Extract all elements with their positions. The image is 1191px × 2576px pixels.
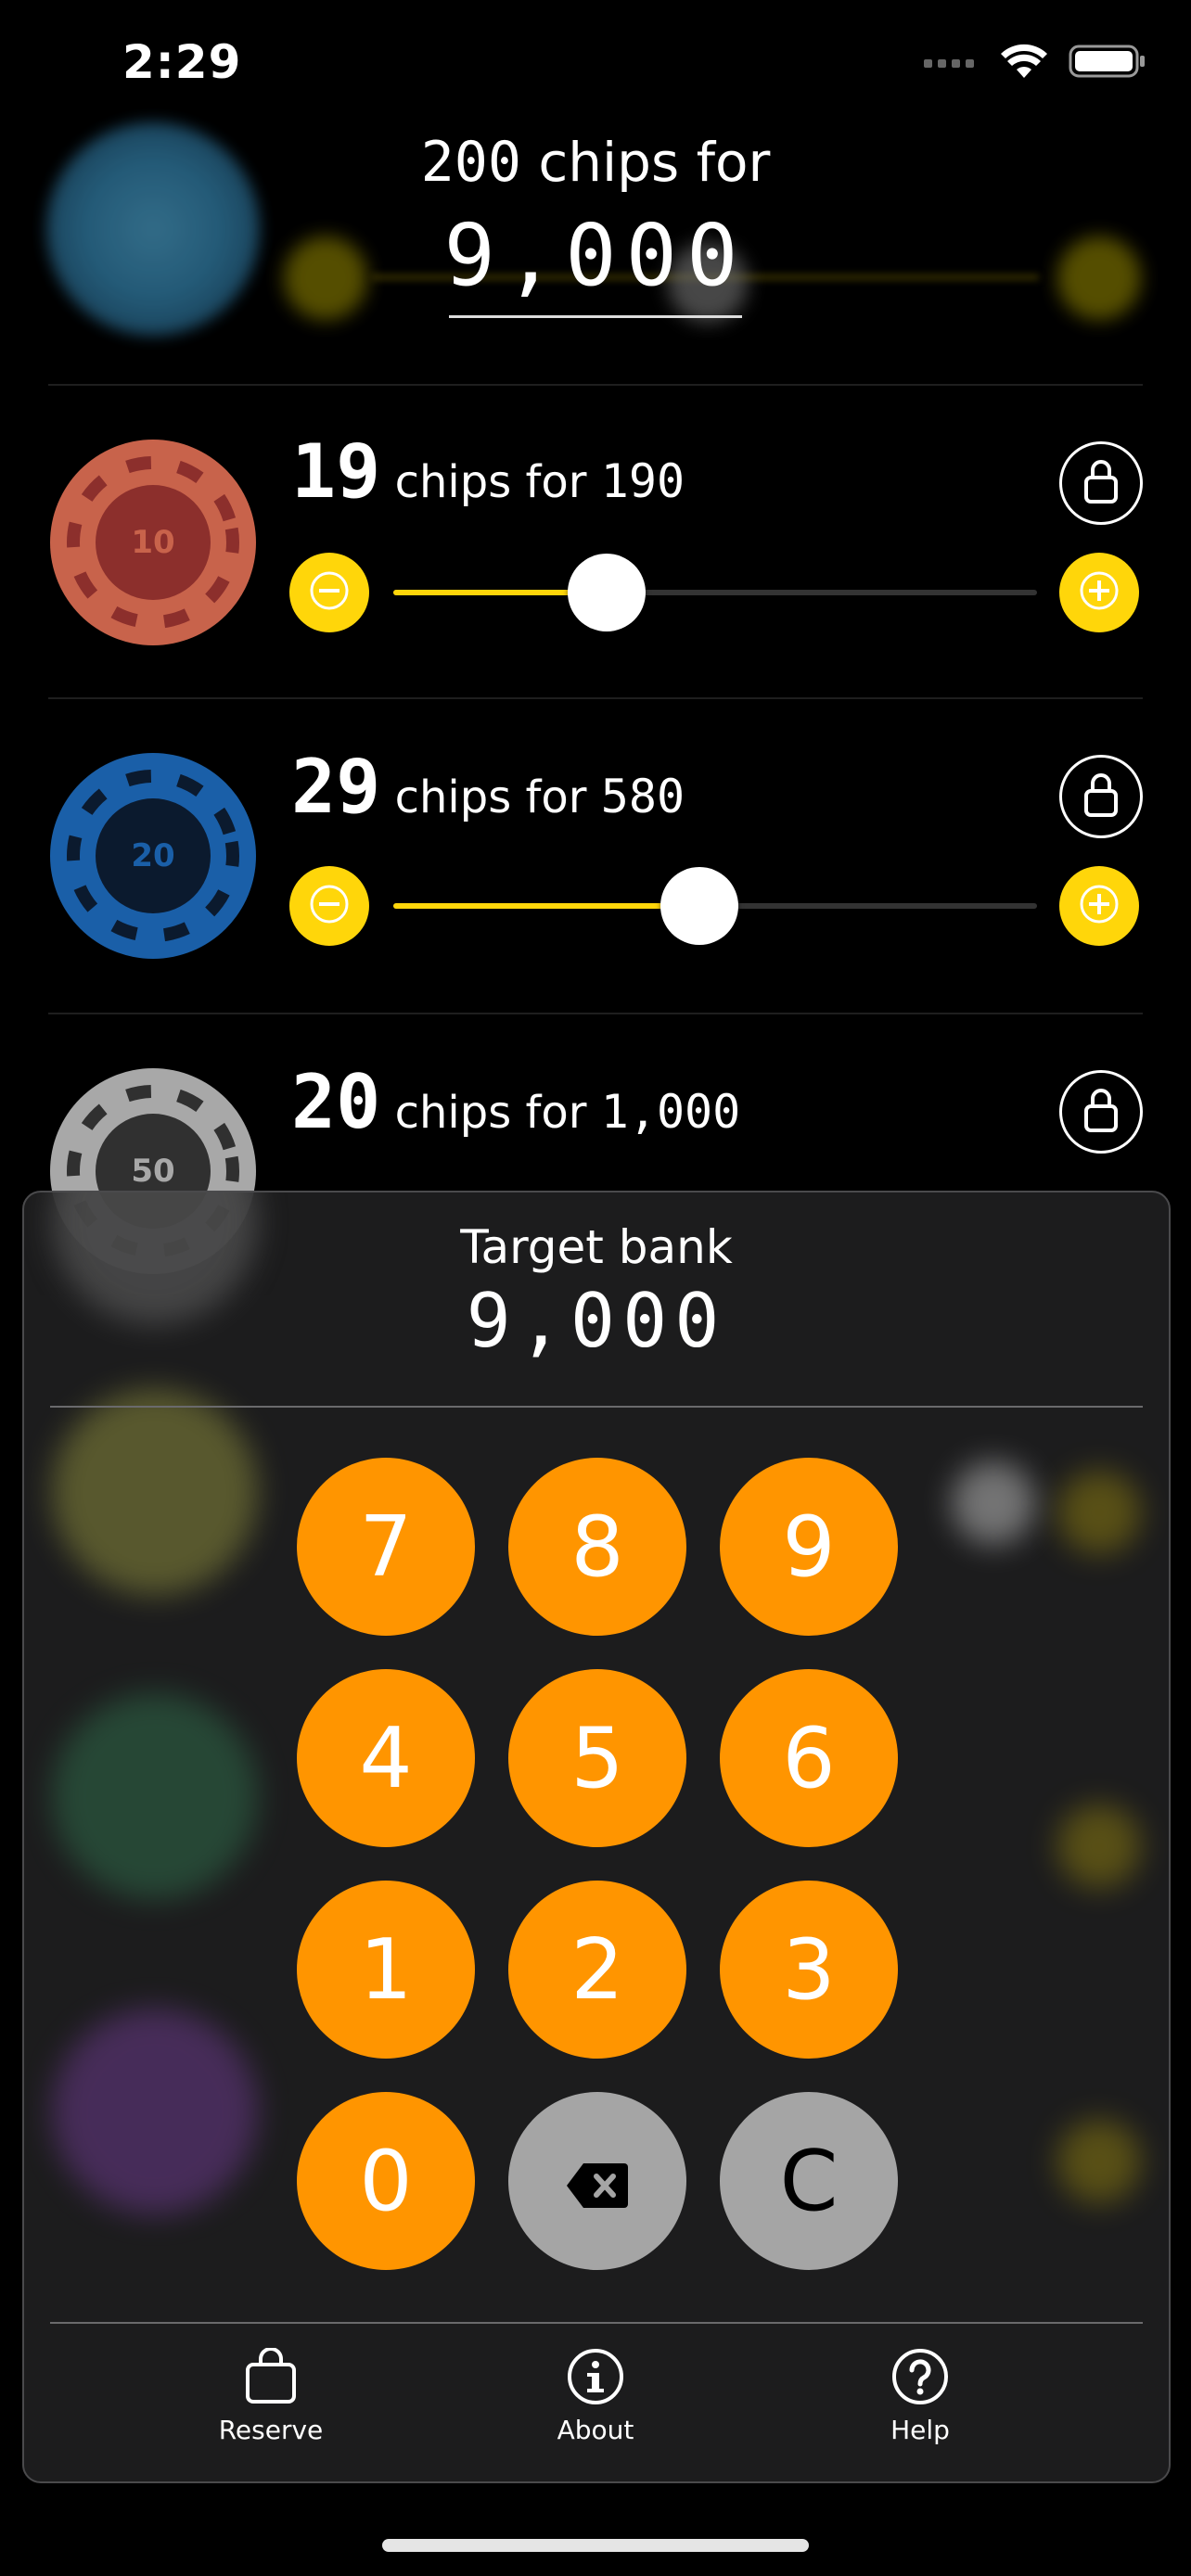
status-icons <box>924 43 1146 83</box>
delete-backspace-icon <box>565 2133 630 2230</box>
increment-button[interactable] <box>1059 866 1139 946</box>
lock-button[interactable] <box>1059 1070 1143 1154</box>
delete-key[interactable] <box>508 2092 686 2270</box>
tab-label: Reserve <box>218 2415 324 2445</box>
target-bank-value: 9,000 <box>466 1278 727 1364</box>
chip-price: 580 <box>600 770 685 823</box>
lock-button[interactable] <box>1059 441 1143 525</box>
tab-label: Help <box>890 2415 950 2445</box>
slider-thumb[interactable] <box>660 867 738 945</box>
minus-icon <box>309 884 350 928</box>
blurred-button-background <box>1057 2120 1141 2203</box>
lock-icon <box>1082 1088 1120 1136</box>
chip-price: 1,000 <box>600 1085 741 1139</box>
blurred-chip-background <box>52 1693 258 1899</box>
plus-icon <box>1079 570 1120 615</box>
clear-key[interactable]: C <box>720 2092 898 2270</box>
row-divider <box>48 384 1143 386</box>
decrement-button[interactable] <box>289 866 369 946</box>
decrement-button[interactable] <box>289 553 369 632</box>
chip-10: 10 <box>50 440 256 645</box>
chip-20: 20 <box>50 753 256 959</box>
lock-icon <box>1082 772 1120 821</box>
row-title: 29 chips for 580 <box>291 744 685 830</box>
summary-total[interactable]: 9,000 <box>0 206 1191 305</box>
minus-icon <box>309 570 350 615</box>
slider-thumb[interactable] <box>568 554 646 631</box>
chip-count: 20 <box>291 1059 381 1145</box>
row-title: 19 chips for 190 <box>291 428 685 515</box>
home-indicator[interactable] <box>382 2539 809 2552</box>
battery-icon <box>1069 43 1146 83</box>
summary-line: 200 chips for <box>0 130 1191 195</box>
tab-reserve[interactable]: Reserve <box>178 2347 364 2445</box>
lock-button[interactable] <box>1059 755 1143 838</box>
blurred-chip-background <box>52 2009 258 2214</box>
target-bank-label: Target bank <box>460 1220 733 1274</box>
panel-divider <box>50 2322 1143 2324</box>
row-divider <box>48 1013 1143 1014</box>
summary-count: 200 <box>420 130 521 195</box>
chip-count: 29 <box>291 744 381 830</box>
key-5[interactable]: 5 <box>508 1669 686 1847</box>
info-circle-icon <box>567 2349 624 2409</box>
key-1[interactable]: 1 <box>297 1881 475 2059</box>
blurred-chip-background <box>52 1389 258 1595</box>
tab-about[interactable]: About <box>503 2348 688 2445</box>
chip-price: 190 <box>600 454 685 508</box>
keypad-panel: Target bank 9,000 7 8 9 4 5 6 1 2 3 0 C … <box>22 1191 1171 2483</box>
shopping-bag-icon <box>244 2347 298 2409</box>
question-circle-icon <box>891 2349 949 2409</box>
chip-value: 10 <box>96 485 211 600</box>
blurred-button-background <box>1057 1471 1141 1554</box>
key-8[interactable]: 8 <box>508 1458 686 1636</box>
row-divider <box>48 697 1143 699</box>
plus-icon <box>1079 884 1120 928</box>
increment-button[interactable] <box>1059 553 1139 632</box>
key-6[interactable]: 6 <box>720 1669 898 1847</box>
summary-chips-for-label: chips for <box>538 131 771 194</box>
key-0[interactable]: 0 <box>297 2092 475 2270</box>
tab-label: About <box>557 2415 634 2445</box>
status-time: 2:29 <box>122 35 242 89</box>
tab-help[interactable]: Help <box>827 2348 1013 2445</box>
key-9[interactable]: 9 <box>720 1458 898 1636</box>
blurred-thumb-background <box>952 1461 1035 1545</box>
slider-fill <box>393 903 699 909</box>
key-7[interactable]: 7 <box>297 1458 475 1636</box>
chips-for-label: chips for <box>394 772 587 823</box>
chip-count: 19 <box>291 428 381 515</box>
key-4[interactable]: 4 <box>297 1669 475 1847</box>
lock-icon <box>1082 459 1120 507</box>
cellular-signal-icon <box>924 55 980 72</box>
panel-divider <box>50 1406 1143 1408</box>
blurred-button-background <box>1057 1804 1141 1888</box>
key-3[interactable]: 3 <box>720 1881 898 2059</box>
key-2[interactable]: 2 <box>508 1881 686 2059</box>
chips-for-label: chips for <box>394 1087 587 1139</box>
summary-underline <box>449 315 742 318</box>
chips-for-label: chips for <box>394 456 587 508</box>
chip-value: 20 <box>96 798 211 913</box>
wifi-icon <box>1000 43 1048 83</box>
row-title: 20 chips for 1,000 <box>291 1059 740 1145</box>
